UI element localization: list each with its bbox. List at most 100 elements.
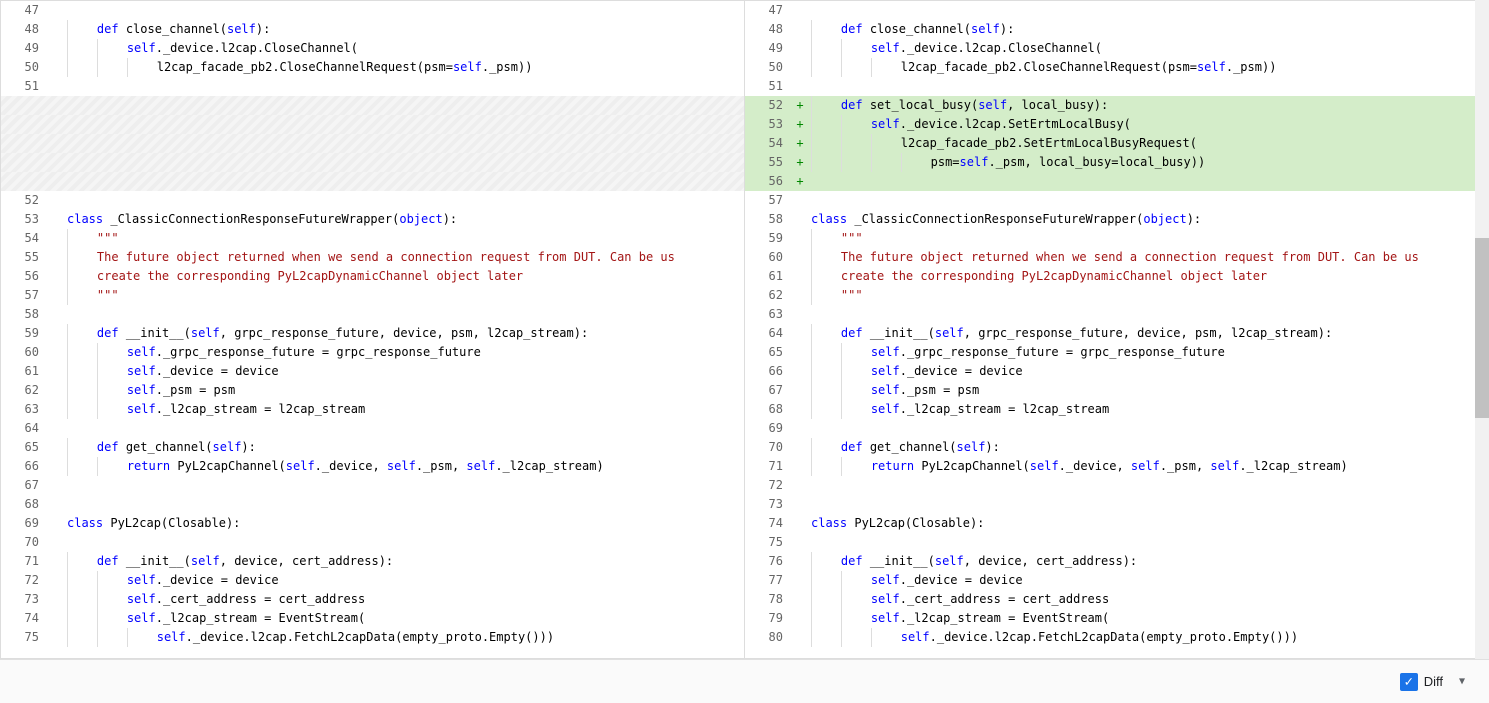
code-line[interactable] xyxy=(1,115,744,134)
code-line[interactable]: 51 xyxy=(745,77,1488,96)
scroll-thumb[interactable] xyxy=(1475,238,1489,418)
code-line[interactable]: 58class _ClassicConnectionResponseFuture… xyxy=(745,210,1488,229)
code-line[interactable] xyxy=(1,96,744,115)
line-number: 71 xyxy=(745,457,795,476)
line-number: 68 xyxy=(745,400,795,419)
code-line[interactable]: 50 l2cap_facade_pb2.CloseChannelRequest(… xyxy=(745,58,1488,77)
diff-marker xyxy=(795,343,805,362)
line-number xyxy=(1,153,51,172)
code-line[interactable]: 65 self._grpc_response_future = grpc_res… xyxy=(745,343,1488,362)
code-line[interactable]: 60 The future object returned when we se… xyxy=(745,248,1488,267)
code-line[interactable]: 73 self._cert_address = cert_address xyxy=(1,590,744,609)
code-line[interactable]: 66 return PyL2capChannel(self._device, s… xyxy=(1,457,744,476)
code-line[interactable]: 68 xyxy=(1,495,744,514)
code-line[interactable]: 71 def __init__(self, device, cert_addre… xyxy=(1,552,744,571)
code-line[interactable]: 59 def __init__(self, grpc_response_futu… xyxy=(1,324,744,343)
code-line[interactable] xyxy=(1,172,744,191)
code-line[interactable]: 69class PyL2cap(Closable): xyxy=(1,514,744,533)
code-line[interactable]: 49 self._device.l2cap.CloseChannel( xyxy=(1,39,744,58)
line-number: 71 xyxy=(1,552,51,571)
code-line[interactable]: 52 xyxy=(1,191,744,210)
code-line[interactable]: 67 self._psm = psm xyxy=(745,381,1488,400)
code-line[interactable]: 75 xyxy=(745,533,1488,552)
code-line[interactable]: 54 """ xyxy=(1,229,744,248)
diff-marker xyxy=(51,39,61,58)
code-line[interactable]: 52+ def set_local_busy(self, local_busy)… xyxy=(745,96,1488,115)
diff-toggle[interactable]: ✓ Diff ▼ xyxy=(1400,673,1465,691)
code-line[interactable]: 67 xyxy=(1,476,744,495)
code-line[interactable]: 77 self._device = device xyxy=(745,571,1488,590)
code-line[interactable]: 72 self._device = device xyxy=(1,571,744,590)
line-number: 73 xyxy=(1,590,51,609)
code-line[interactable]: 69 xyxy=(745,419,1488,438)
code-line[interactable]: 51 xyxy=(1,77,744,96)
code-line[interactable]: 61 self._device = device xyxy=(1,362,744,381)
line-number: 64 xyxy=(745,324,795,343)
line-number: 54 xyxy=(1,229,51,248)
line-number: 63 xyxy=(1,400,51,419)
code-line[interactable]: 53class _ClassicConnectionResponseFuture… xyxy=(1,210,744,229)
code-line[interactable]: 70 xyxy=(1,533,744,552)
code-line[interactable]: 65 def get_channel(self): xyxy=(1,438,744,457)
code-line[interactable]: 72 xyxy=(745,476,1488,495)
diff-marker xyxy=(795,191,805,210)
diff-marker xyxy=(795,419,805,438)
code-line[interactable]: 70 def get_channel(self): xyxy=(745,438,1488,457)
code-line[interactable]: 63 self._l2cap_stream = l2cap_stream xyxy=(1,400,744,419)
code-line[interactable]: 57 xyxy=(745,191,1488,210)
code-line[interactable]: 53+ self._device.l2cap.SetErtmLocalBusy( xyxy=(745,115,1488,134)
code-line[interactable]: 56 create the corresponding PyL2capDynam… xyxy=(1,267,744,286)
code-line[interactable]: 75 self._device.l2cap.FetchL2capData(emp… xyxy=(1,628,744,647)
code-line[interactable] xyxy=(1,153,744,172)
code-line[interactable]: 47 xyxy=(745,1,1488,20)
code-line[interactable]: 79 self._l2cap_stream = EventStream( xyxy=(745,609,1488,628)
diff-marker xyxy=(795,324,805,343)
code-line[interactable]: 74 self._l2cap_stream = EventStream( xyxy=(1,609,744,628)
code-line[interactable]: 48 def close_channel(self): xyxy=(745,20,1488,39)
code-line[interactable]: 55+ psm=self._psm, local_busy=local_busy… xyxy=(745,153,1488,172)
chevron-down-icon[interactable]: ▼ xyxy=(1459,676,1465,687)
code-line[interactable]: 56+ xyxy=(745,172,1488,191)
code-line[interactable] xyxy=(1,134,744,153)
code-content: def __init__(self, grpc_response_future,… xyxy=(805,324,1488,343)
code-line[interactable]: 54+ l2cap_facade_pb2.SetErtmLocalBusyReq… xyxy=(745,134,1488,153)
code-line[interactable]: 55 The future object returned when we se… xyxy=(1,248,744,267)
code-content xyxy=(61,1,744,20)
diff-marker xyxy=(795,286,805,305)
code-line[interactable]: 64 def __init__(self, grpc_response_futu… xyxy=(745,324,1488,343)
diff-pane-right[interactable]: 47 48 def close_channel(self):49 self._d… xyxy=(745,1,1488,658)
code-line[interactable]: 48 def close_channel(self): xyxy=(1,20,744,39)
code-line[interactable]: 63 xyxy=(745,305,1488,324)
code-line[interactable]: 49 self._device.l2cap.CloseChannel( xyxy=(745,39,1488,58)
diff-marker xyxy=(51,210,61,229)
code-line[interactable]: 76 def __init__(self, device, cert_addre… xyxy=(745,552,1488,571)
code-line[interactable]: 62 """ xyxy=(745,286,1488,305)
code-line[interactable]: 57 """ xyxy=(1,286,744,305)
line-number: 64 xyxy=(1,419,51,438)
diff-pane-left[interactable]: 47 48 def close_channel(self):49 self._d… xyxy=(1,1,745,658)
line-number: 72 xyxy=(1,571,51,590)
diff-checkbox[interactable]: ✓ xyxy=(1400,673,1418,691)
code-line[interactable]: 59 """ xyxy=(745,229,1488,248)
code-line[interactable]: 71 return PyL2capChannel(self._device, s… xyxy=(745,457,1488,476)
code-line[interactable]: 80 self._device.l2cap.FetchL2capData(emp… xyxy=(745,628,1488,647)
code-line[interactable]: 62 self._psm = psm xyxy=(1,381,744,400)
code-content: def get_channel(self): xyxy=(805,438,1488,457)
code-line[interactable]: 61 create the corresponding PyL2capDynam… xyxy=(745,267,1488,286)
diff-label: Diff xyxy=(1424,674,1443,689)
line-number: 59 xyxy=(1,324,51,343)
code-line[interactable]: 73 xyxy=(745,495,1488,514)
code-line[interactable]: 60 self._grpc_response_future = grpc_res… xyxy=(1,343,744,362)
code-line[interactable]: 64 xyxy=(1,419,744,438)
code-line[interactable]: 50 l2cap_facade_pb2.CloseChannelRequest(… xyxy=(1,58,744,77)
code-line[interactable]: 66 self._device = device xyxy=(745,362,1488,381)
code-line[interactable]: 68 self._l2cap_stream = l2cap_stream xyxy=(745,400,1488,419)
diff-marker xyxy=(51,305,61,324)
line-number: 78 xyxy=(745,590,795,609)
vertical-scrollbar[interactable] xyxy=(1475,0,1489,659)
code-line[interactable]: 47 xyxy=(1,1,744,20)
code-line[interactable]: 74class PyL2cap(Closable): xyxy=(745,514,1488,533)
code-line[interactable]: 78 self._cert_address = cert_address xyxy=(745,590,1488,609)
code-line[interactable]: 58 xyxy=(1,305,744,324)
code-content: self._cert_address = cert_address xyxy=(805,590,1488,609)
